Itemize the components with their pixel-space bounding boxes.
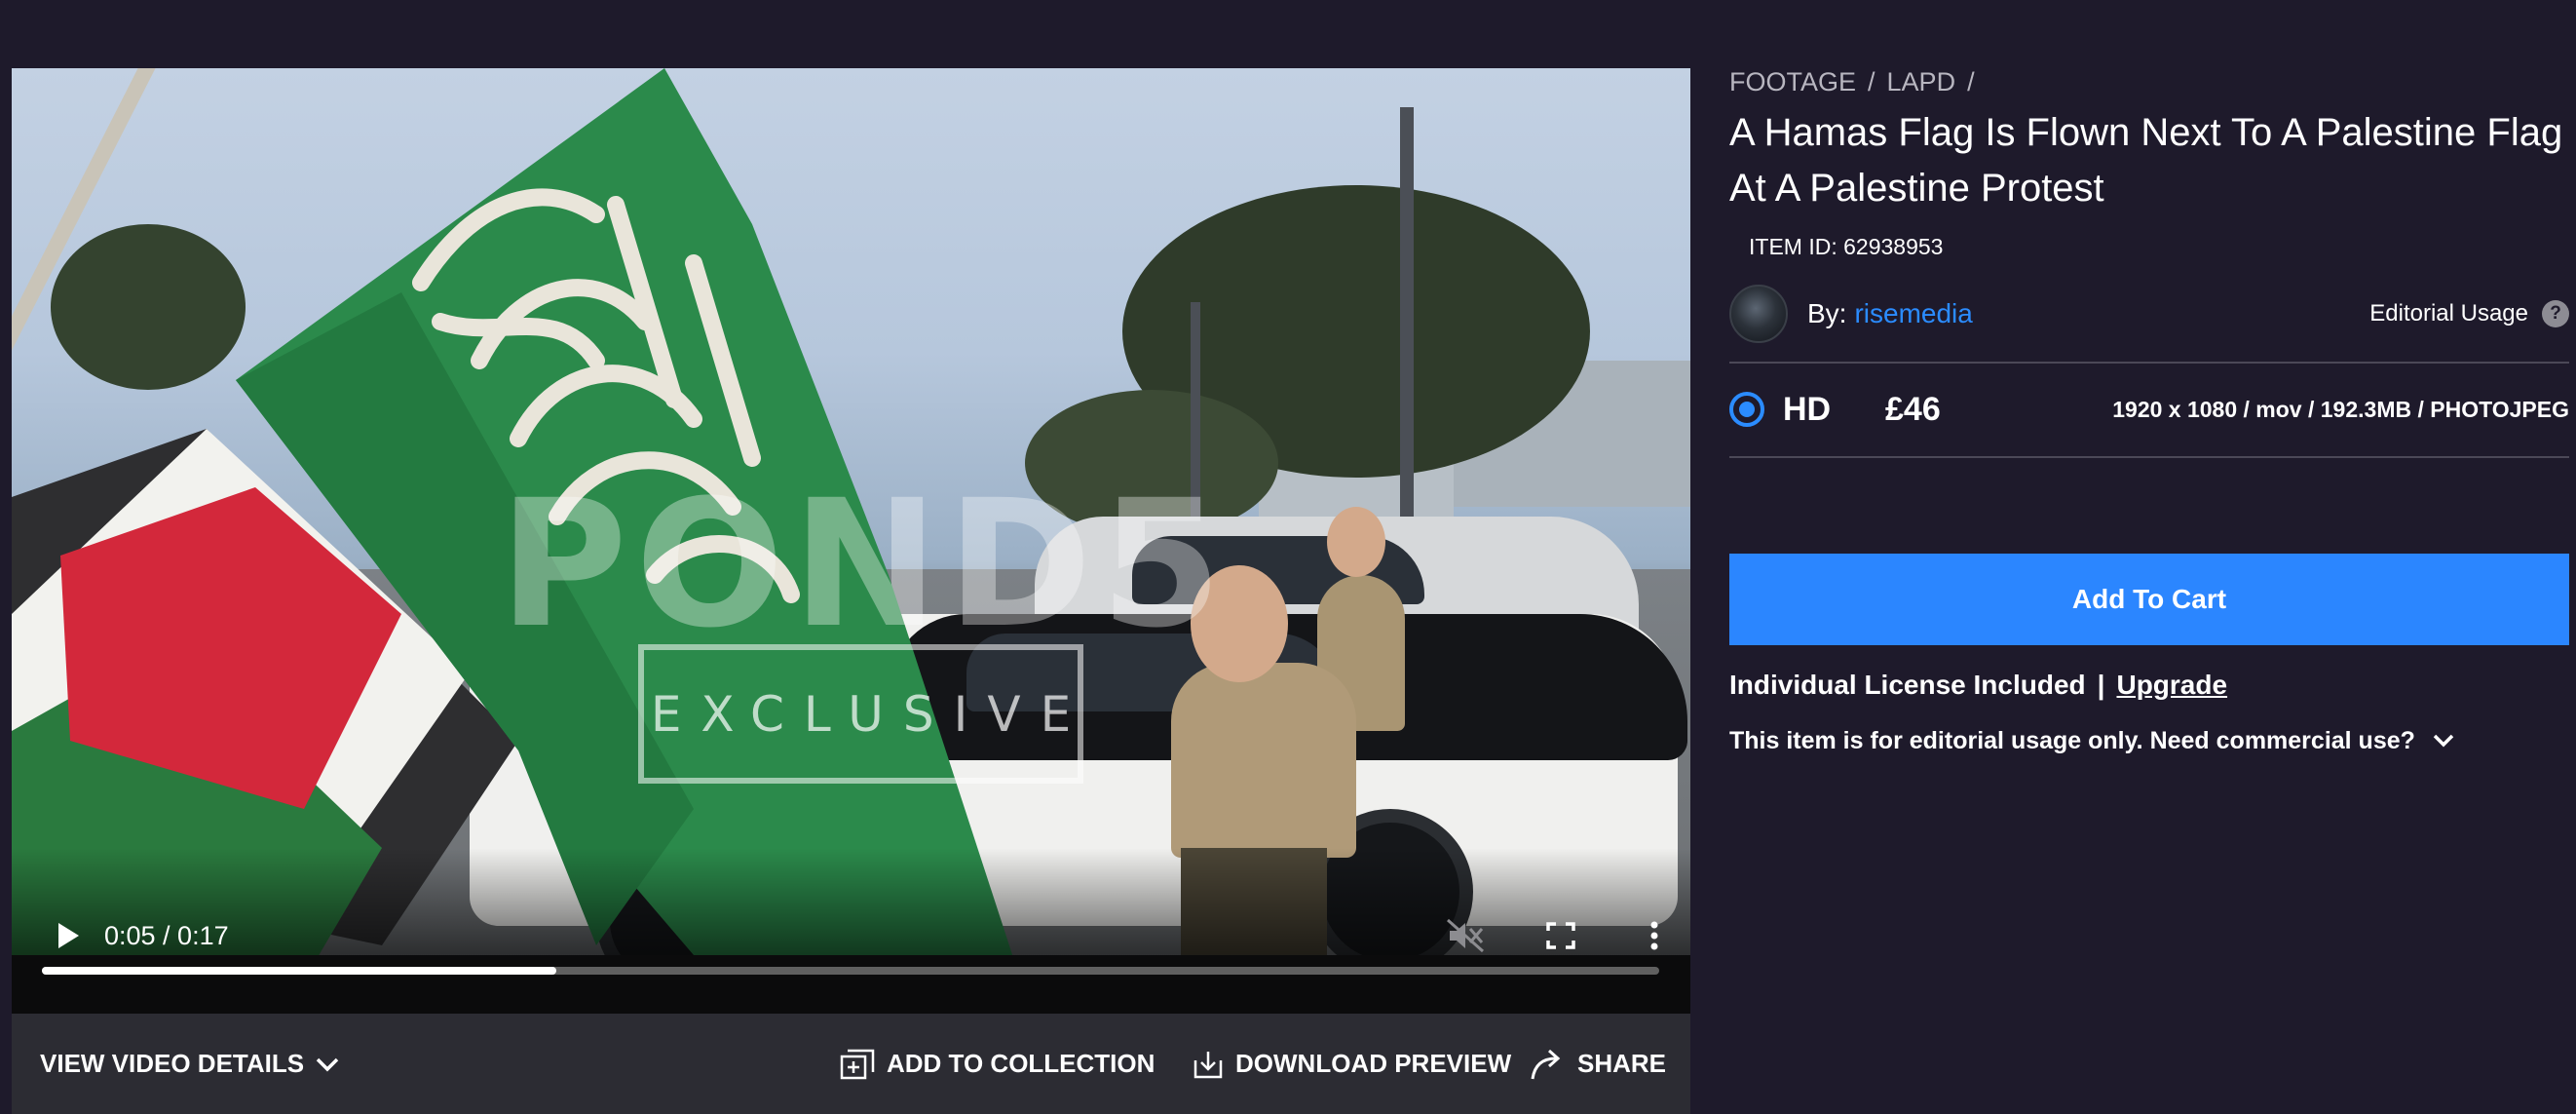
license-info: Individual License Included | Upgrade	[1729, 666, 2227, 705]
exclusive-badge: EXCLUSIVE	[638, 644, 1083, 784]
mute-button[interactable]	[1444, 916, 1487, 955]
editorial-usage: Editorial Usage ?	[2369, 285, 2569, 343]
view-video-details-button[interactable]: VIEW VIDEO DETAILS	[40, 1014, 341, 1114]
upgrade-link[interactable]: Upgrade	[2116, 670, 2227, 701]
format-label: HD	[1783, 391, 1832, 428]
add-to-collection-label: ADD TO COLLECTION	[887, 1049, 1155, 1078]
video-controls-bar	[12, 955, 1690, 1014]
download-preview-button[interactable]: DOWNLOAD PREVIEW	[1193, 1014, 1511, 1114]
by-label-text: By:	[1807, 298, 1847, 328]
add-to-cart-button[interactable]: Add To Cart	[1729, 554, 2569, 645]
author-by-label: By: risemedia	[1807, 285, 1973, 343]
format-option-hd[interactable]: HD £46 1920 x 1080 / mov / 192.3MB / PHO…	[1729, 380, 2569, 439]
download-icon	[1193, 1051, 1223, 1078]
share-arrow-icon	[1531, 1049, 1561, 1079]
video-progress-bar[interactable]	[42, 967, 1659, 975]
commercial-use-text: This item is for editorial usage only. N…	[1729, 726, 2415, 754]
divider	[1729, 456, 2569, 458]
play-button[interactable]	[49, 916, 88, 955]
add-to-collection-button[interactable]: ADD TO COLLECTION	[840, 1014, 1155, 1114]
breadcrumb-item-lapd[interactable]: LAPD	[1887, 67, 1956, 97]
breadcrumb-separator: /	[1868, 66, 1875, 96]
page-title: A Hamas Flag Is Flown Next To A Palestin…	[1729, 111, 2563, 210]
share-button[interactable]: SHARE	[1529, 1014, 1666, 1114]
format-specs: 1920 x 1080 / mov / 192.3MB / PHOTOJPEG	[2112, 397, 2569, 422]
format-radio[interactable]	[1729, 392, 1764, 427]
item-id: ITEM ID: 62938953	[1749, 234, 1944, 259]
breadcrumb-item-footage[interactable]: FOOTAGE	[1729, 67, 1856, 97]
help-icon[interactable]: ?	[2542, 300, 2569, 327]
more-vertical-icon	[1650, 921, 1658, 950]
commercial-use-toggle[interactable]: This item is for editorial usage only. N…	[1729, 721, 2456, 760]
view-video-details-label: VIEW VIDEO DETAILS	[40, 1049, 305, 1078]
editorial-usage-label: Editorial Usage	[2369, 300, 2528, 327]
download-preview-label: DOWNLOAD PREVIEW	[1235, 1049, 1512, 1078]
muted-speaker-icon	[1447, 918, 1484, 953]
play-icon	[58, 923, 79, 948]
author-link[interactable]: risemedia	[1854, 298, 1972, 328]
format-radio-selected-dot	[1739, 402, 1755, 417]
more-options-button[interactable]	[1633, 916, 1676, 955]
fullscreen-icon	[1546, 922, 1575, 949]
video-time: 0:05 / 0:17	[104, 921, 229, 950]
fullscreen-button[interactable]	[1539, 916, 1582, 955]
chevron-down-icon	[316, 1057, 339, 1071]
breadcrumb-separator: /	[1967, 66, 1975, 96]
format-price: £46	[1885, 391, 1941, 428]
video-player[interactable]: POND5 EXCLUSIVE 0:05 / 0:17	[12, 68, 1690, 1014]
share-label: SHARE	[1577, 1049, 1667, 1078]
add-collection-icon	[840, 1049, 875, 1079]
video-action-strip: VIEW VIDEO DETAILS ADD TO COLLECTION DOW…	[12, 1014, 1690, 1114]
license-text: Individual License Included	[1729, 670, 2086, 700]
chevron-down-icon	[2433, 734, 2454, 748]
author-row: By: risemedia Editorial Usage ?	[1729, 285, 2569, 343]
video-watermark: POND5	[499, 463, 1231, 667]
exclusive-badge-label: EXCLUSIVE	[650, 685, 1091, 743]
divider	[1729, 362, 2569, 364]
license-separator: |	[2097, 670, 2105, 700]
video-progress-fill	[42, 967, 556, 975]
breadcrumb: FOOTAGE / LAPD /	[1729, 64, 1987, 99]
author-avatar[interactable]	[1729, 285, 1788, 343]
